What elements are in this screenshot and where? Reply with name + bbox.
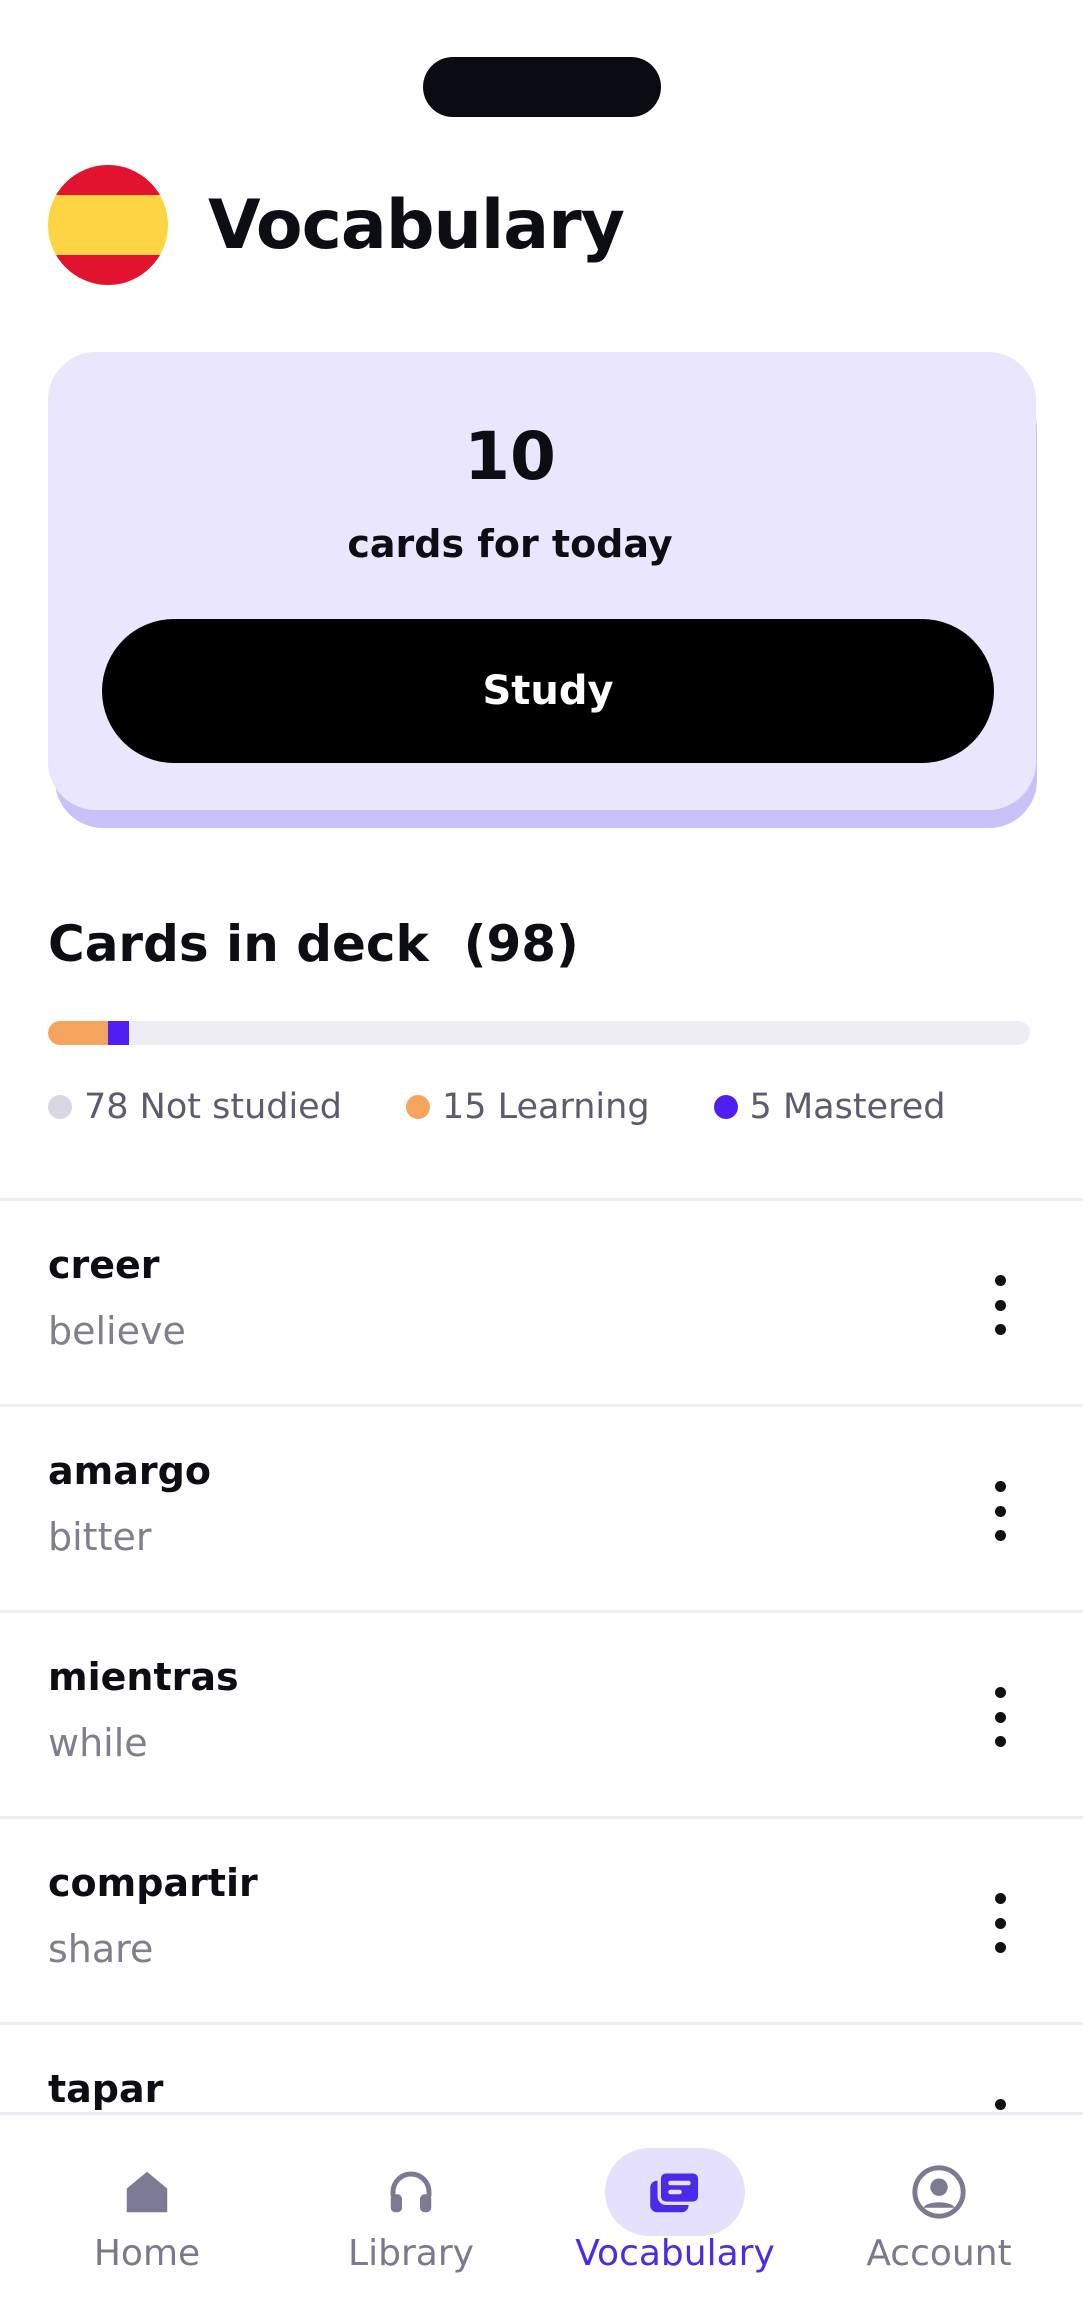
progress-learning-segment xyxy=(48,1021,108,1045)
deck-legend: 78 Not studied 15 Learning 5 Mastered xyxy=(48,1082,1009,1132)
card-term: creer xyxy=(48,1243,160,1287)
card-term: mientras xyxy=(48,1655,239,1699)
tab-label: Home xyxy=(93,2233,201,2274)
tab-label: Account xyxy=(866,2233,1012,2274)
tab-home[interactable]: Home xyxy=(17,2115,277,2304)
legend-learning: 15 Learning xyxy=(405,1087,650,1127)
deck-title: Cards in deck (98) xyxy=(48,915,579,973)
card-list: creer believe amargo bitter mientras whi… xyxy=(0,1198,1083,2228)
study-button[interactable]: Study xyxy=(102,619,994,763)
cards-icon xyxy=(605,2148,745,2236)
card-term: tapar xyxy=(48,2067,164,2111)
card-meaning: while xyxy=(48,1721,148,1765)
legend-not-studied: 78 Not studied xyxy=(48,1087,342,1127)
more-options-icon[interactable] xyxy=(975,1275,1025,1335)
tab-library[interactable]: Library xyxy=(281,2115,541,2304)
list-item[interactable]: compartir share xyxy=(0,1816,1083,2022)
page-header: Vocabulary xyxy=(48,164,625,286)
today-count: 10 xyxy=(464,418,556,495)
today-card: 10 cards for today Study xyxy=(48,352,1036,810)
learning-dot-icon xyxy=(405,1095,430,1119)
tab-account[interactable]: Account xyxy=(809,2115,1069,2304)
more-options-icon[interactable] xyxy=(975,1893,1025,1953)
legend-label: 78 Not studied xyxy=(84,1087,342,1127)
deck-progress-bar xyxy=(48,1021,1030,1045)
progress-mastered-segment xyxy=(107,1021,129,1045)
legend-label: 5 Mastered xyxy=(749,1087,946,1127)
tab-label: Library xyxy=(348,2233,474,2274)
card-term: amargo xyxy=(48,1449,211,1493)
headphones-icon xyxy=(341,2148,481,2236)
list-item[interactable]: amargo bitter xyxy=(0,1404,1083,1610)
status-bar-notch xyxy=(423,57,661,117)
legend-label: 15 Learning xyxy=(441,1087,650,1127)
spain-flag-icon[interactable] xyxy=(48,165,168,285)
bottom-tab-bar: Home Library Vocabulary Account xyxy=(0,2112,1083,2304)
card-meaning: share xyxy=(48,1927,154,1971)
list-item[interactable]: mientras while xyxy=(0,1610,1083,1816)
card-meaning: bitter xyxy=(48,1515,152,1559)
legend-mastered: 5 Mastered xyxy=(713,1087,946,1127)
today-label: cards for today xyxy=(347,522,673,566)
more-options-icon[interactable] xyxy=(975,1687,1025,1747)
mastered-dot-icon xyxy=(713,1095,738,1119)
page-title: Vocabulary xyxy=(208,185,625,265)
more-options-icon[interactable] xyxy=(975,1481,1025,1541)
account-icon xyxy=(869,2148,1009,2236)
home-icon xyxy=(77,2148,217,2236)
list-item[interactable]: creer believe xyxy=(0,1198,1083,1404)
tab-label: Vocabulary xyxy=(575,2233,775,2274)
tab-vocabulary[interactable]: Vocabulary xyxy=(545,2115,805,2304)
card-term: compartir xyxy=(48,1861,258,1905)
card-meaning: believe xyxy=(48,1309,186,1353)
not-studied-dot-icon xyxy=(48,1095,72,1119)
